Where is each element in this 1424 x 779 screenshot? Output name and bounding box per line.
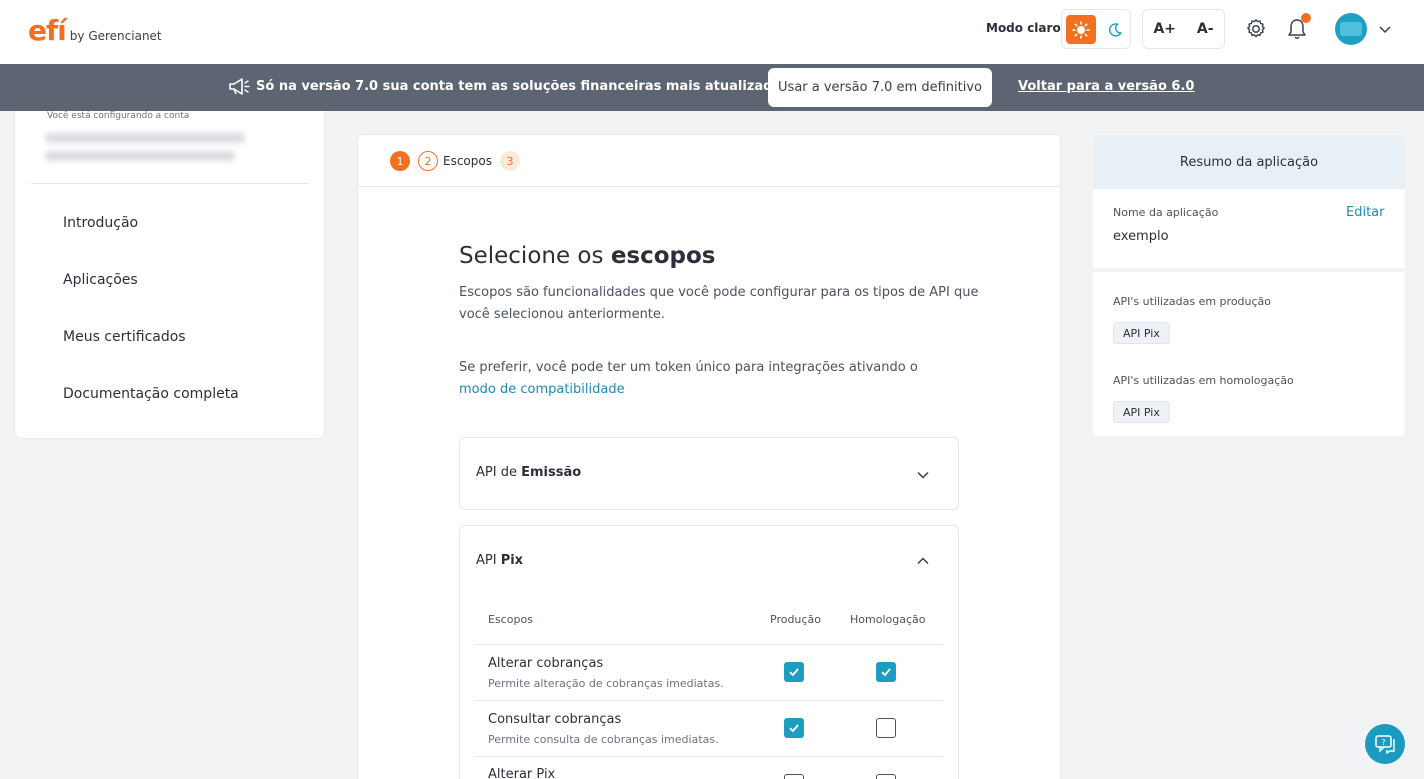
title-prefix: Selecione os bbox=[459, 243, 611, 269]
checkbox-alterar-cobrancas-producao[interactable] bbox=[784, 662, 804, 682]
avatar-image bbox=[1340, 22, 1362, 36]
sidebar-item-introducao[interactable]: Introdução bbox=[63, 215, 138, 231]
prod-apis-label: API's utilizadas em produção bbox=[1113, 295, 1272, 308]
main-card: 1 2 Escopos 3 Selecione os escopos Escop… bbox=[357, 134, 1061, 779]
scope-name: Alterar cobranças bbox=[488, 656, 604, 671]
scope-name: Consultar cobranças bbox=[488, 712, 622, 727]
stepper-divider bbox=[358, 186, 1060, 187]
chevron-down-icon[interactable] bbox=[1378, 22, 1392, 36]
font-increase-button[interactable]: A+ bbox=[1153, 21, 1176, 37]
sidebar-item-documentacao[interactable]: Documentação completa bbox=[63, 386, 239, 402]
theme-toggle-group bbox=[1061, 9, 1131, 49]
app-name-value: exemplo bbox=[1113, 229, 1169, 244]
accordion-api-emissao[interactable]: API de Emissão bbox=[459, 437, 959, 510]
light-mode-button[interactable] bbox=[1066, 15, 1096, 44]
homolog-api-tag: API Pix bbox=[1113, 401, 1170, 423]
sidebar-divider bbox=[31, 183, 309, 184]
step-2-label: Escopos bbox=[443, 154, 492, 168]
table-divider bbox=[476, 756, 943, 757]
step-1[interactable]: 1 bbox=[390, 151, 410, 171]
accordion-title-bold: Emissão bbox=[521, 465, 582, 480]
scopes-description: Escopos são funcionalidades que você pod… bbox=[459, 285, 979, 322]
configuring-account-note: Você está configurando a conta bbox=[47, 111, 190, 121]
summary-title: Resumo da aplicação bbox=[1093, 135, 1405, 189]
sidebar-item-aplicacoes[interactable]: Aplicações bbox=[63, 272, 138, 288]
summary-apis-panel: API's utilizadas em produção API Pix API… bbox=[1093, 272, 1405, 436]
edit-link[interactable]: Editar bbox=[1346, 205, 1385, 220]
check-icon bbox=[789, 724, 799, 733]
moon-icon bbox=[1108, 22, 1123, 37]
checkbox-consultar-cobrancas-producao[interactable] bbox=[784, 718, 804, 738]
sidebar: Você está configurando a conta Introduçã… bbox=[14, 111, 325, 439]
scope-name: Alterar Pix bbox=[488, 767, 556, 779]
scope-description: Permite consulta de cobranças imediatas. bbox=[488, 733, 719, 746]
summary-panel: Resumo da aplicação Nome da aplicação Ed… bbox=[1093, 135, 1405, 268]
check-icon bbox=[789, 668, 799, 677]
notification-badge bbox=[1301, 13, 1311, 23]
megaphone-icon bbox=[229, 78, 250, 95]
accordion-title-prefix: API de bbox=[476, 465, 522, 480]
step-3: 3 bbox=[499, 151, 520, 171]
logo-byline: by Gerencianet bbox=[69, 29, 162, 43]
stepper: 1 2 Escopos 3 bbox=[390, 151, 520, 171]
font-size-controls: A+ A- bbox=[1142, 9, 1225, 49]
top-header: efí by Gerencianet Modo claro A+ A- bbox=[0, 0, 1424, 64]
step-2[interactable]: 2 bbox=[418, 151, 438, 171]
svg-text:?: ? bbox=[1381, 738, 1385, 747]
check-icon bbox=[881, 668, 891, 677]
font-decrease-button[interactable]: A- bbox=[1197, 21, 1214, 37]
accordion-api-pix: API Pix Escopos Produção Homologação Alt… bbox=[459, 525, 959, 779]
chevron-up-icon[interactable] bbox=[916, 554, 930, 568]
homologation-column-header: Homologação bbox=[850, 613, 926, 626]
table-divider bbox=[476, 644, 943, 645]
prod-api-tag: API Pix bbox=[1113, 322, 1170, 344]
sun-icon bbox=[1072, 20, 1090, 39]
gear-icon[interactable] bbox=[1245, 18, 1267, 40]
help-chat-button[interactable]: ? bbox=[1365, 724, 1405, 764]
accordion-title-bold: Pix bbox=[500, 553, 524, 568]
compat-mode-link[interactable]: modo de compatibilidade bbox=[459, 382, 625, 397]
scopes-column-header: Escopos bbox=[488, 613, 533, 626]
checkbox-alterar-cobrancas-homologacao[interactable] bbox=[876, 662, 896, 682]
chat-help-icon: ? bbox=[1375, 735, 1395, 755]
title-bold: escopos bbox=[610, 243, 716, 269]
theme-mode-label: Modo claro bbox=[986, 21, 1061, 35]
table-divider bbox=[476, 700, 943, 701]
accordion-title[interactable]: API Pix bbox=[476, 553, 523, 568]
accordion-title: API de Emissão bbox=[476, 465, 581, 480]
checkbox-consultar-cobrancas-homologacao[interactable] bbox=[876, 718, 896, 738]
homolog-apis-label: API's utilizadas em homologação bbox=[1113, 374, 1294, 387]
banner-message: Só na versão 7.0 sua conta tem as soluçõ… bbox=[256, 79, 789, 94]
avatar[interactable] bbox=[1335, 13, 1367, 45]
logo-mark: efí bbox=[28, 14, 67, 47]
use-version-7-button[interactable]: Usar a versão 7.0 em definitivo bbox=[768, 68, 992, 107]
accordion-title-prefix: API bbox=[476, 553, 501, 568]
compat-text: Se preferir, você pode ter um token únic… bbox=[459, 360, 918, 375]
back-to-version-6-link[interactable]: Voltar para a versão 6.0 bbox=[1018, 79, 1194, 94]
version-banner: Só na versão 7.0 sua conta tem as soluçõ… bbox=[0, 64, 1424, 111]
sidebar-item-certificados[interactable]: Meus certificados bbox=[63, 329, 186, 345]
page-title: Selecione os escopos bbox=[459, 243, 716, 269]
checkbox-alterar-pix-producao[interactable] bbox=[784, 774, 804, 779]
scope-description: Permite alteração de cobranças imediatas… bbox=[488, 677, 724, 690]
app-name-label: Nome da aplicação bbox=[1113, 206, 1219, 219]
production-column-header: Produção bbox=[770, 613, 821, 626]
blurred-account-info bbox=[45, 133, 250, 173]
compat-paragraph: Se preferir, você pode ter um token únic… bbox=[459, 357, 979, 401]
dark-mode-button[interactable] bbox=[1102, 15, 1128, 44]
efi-logo[interactable]: efí by Gerencianet bbox=[28, 14, 162, 47]
checkbox-alterar-pix-homologacao[interactable] bbox=[876, 774, 896, 779]
chevron-down-icon[interactable] bbox=[916, 468, 930, 482]
